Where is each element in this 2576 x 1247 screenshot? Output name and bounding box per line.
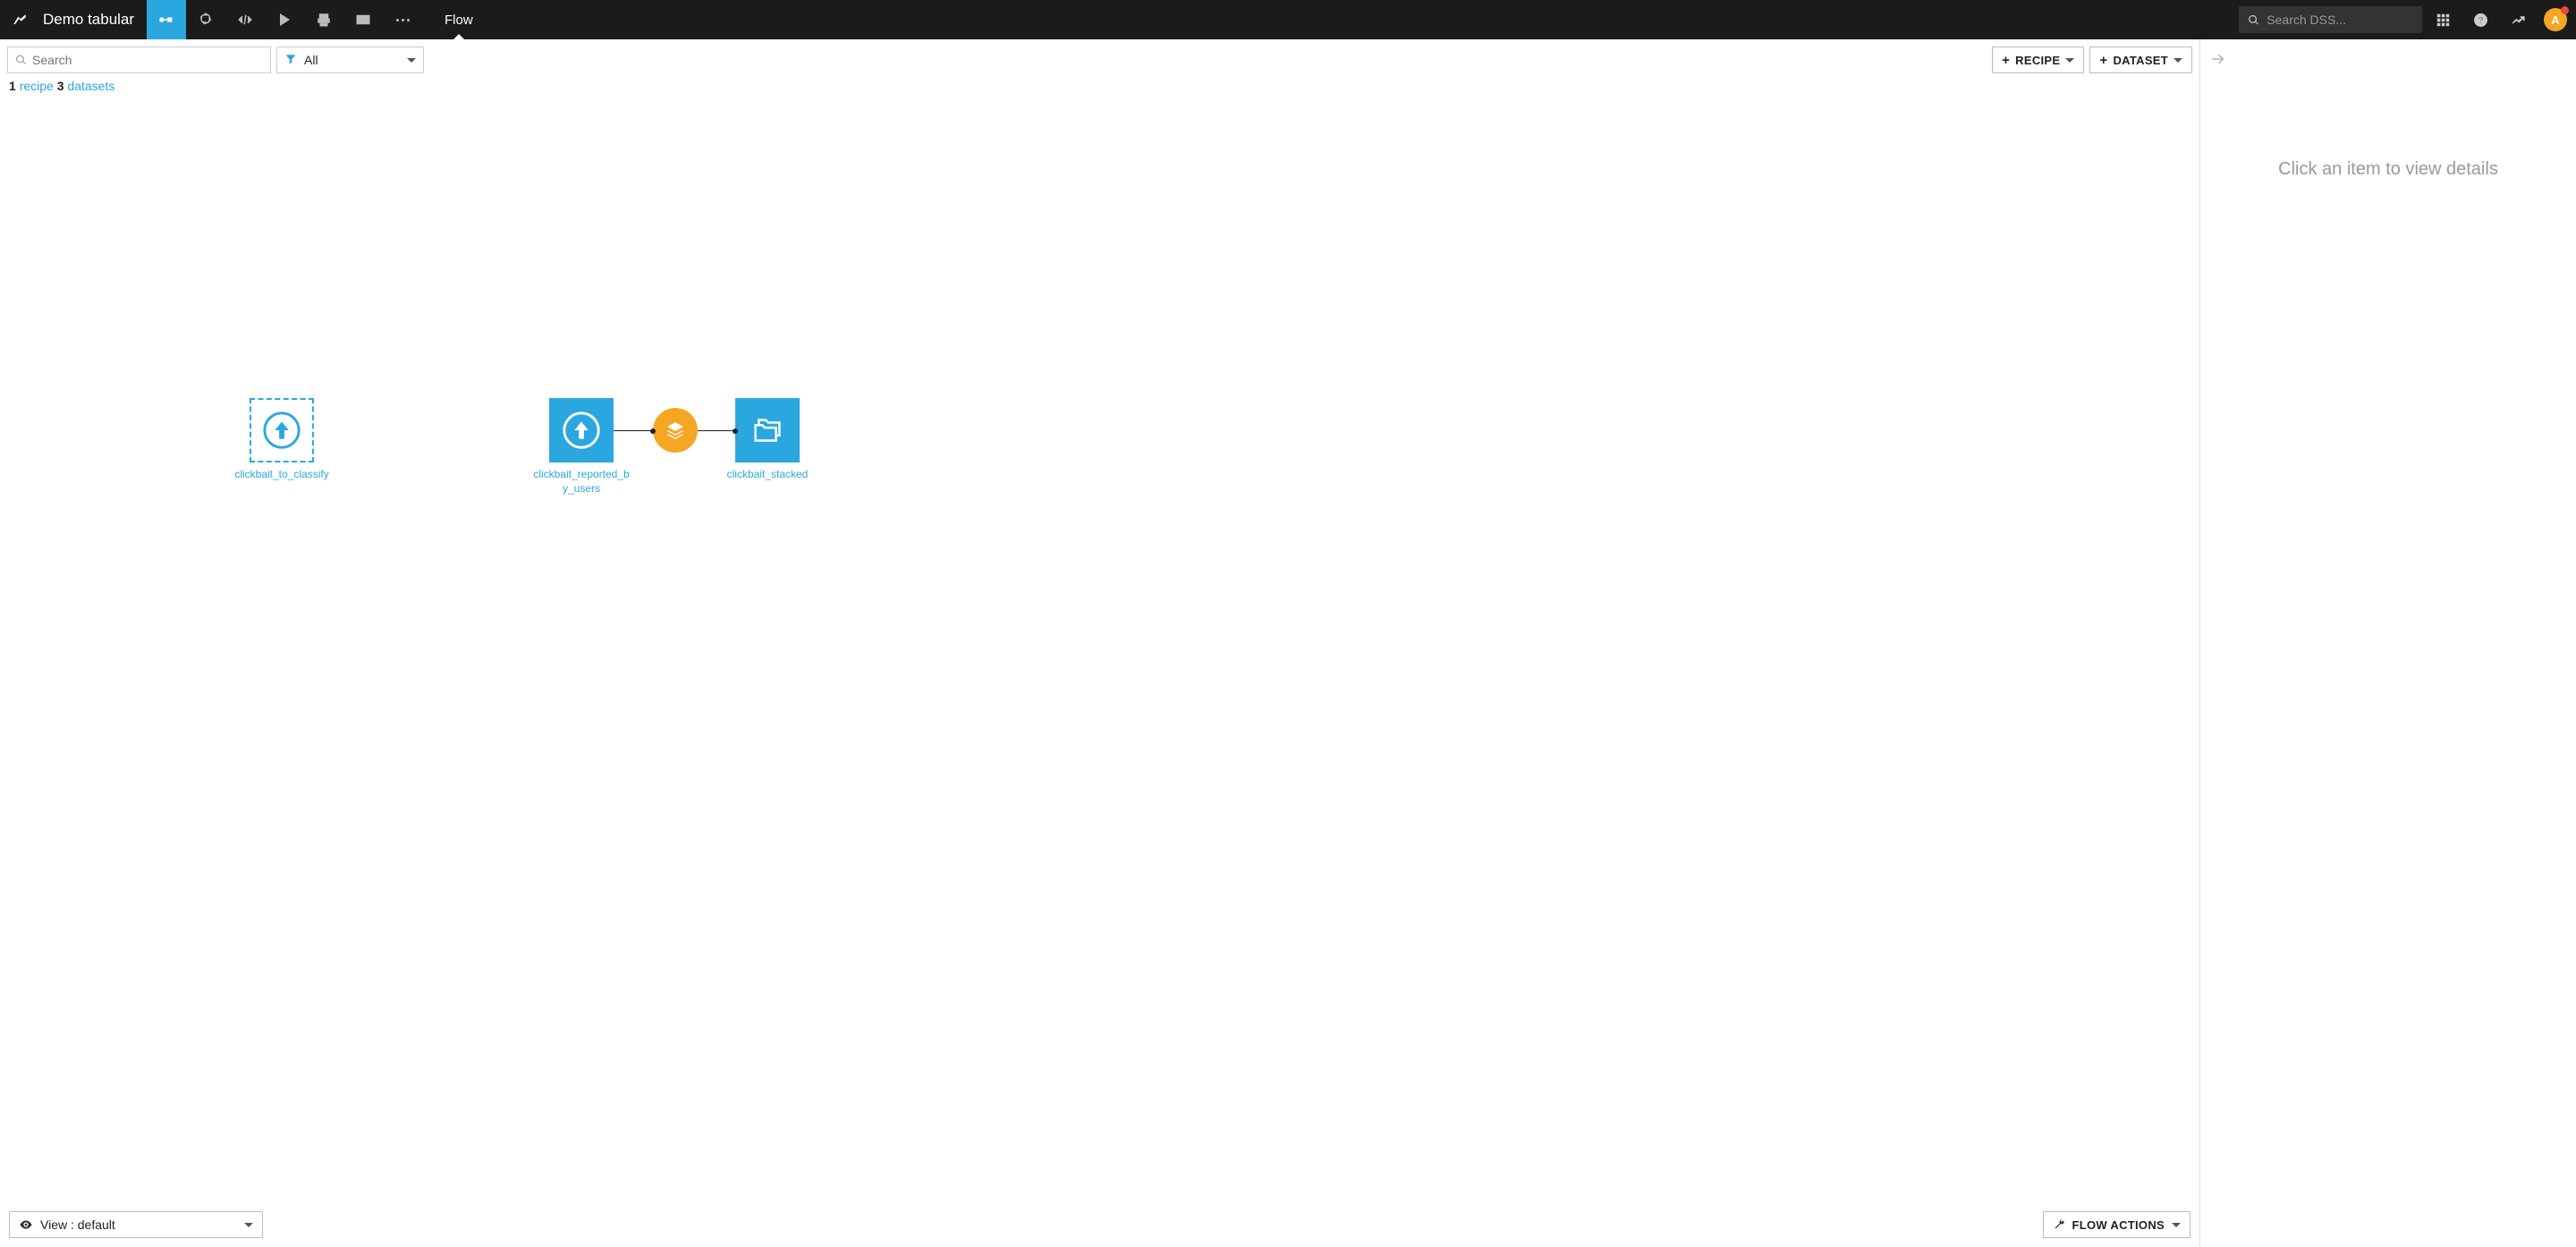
caret-down-icon — [407, 58, 416, 63]
search-icon — [15, 54, 27, 66]
topbar-left: Demo tabular — [0, 0, 422, 39]
flow-icon — [158, 12, 174, 28]
dataset-icon-box — [735, 398, 800, 462]
user-avatar[interactable]: A — [2544, 8, 2567, 31]
flow-pane: All + RECIPE + DATASET 1 recipe 3 datase… — [0, 39, 2200, 1247]
node-label: clickbait_stacked — [718, 468, 817, 482]
node-label: clickbait_to_classify — [233, 468, 331, 482]
brand-logo[interactable] — [0, 0, 39, 39]
flow-summary: 1 recipe 3 datasets — [0, 77, 2199, 98]
flow-search[interactable] — [7, 47, 271, 73]
help-button[interactable]: ? — [2463, 0, 2497, 39]
global-search-input[interactable] — [2267, 13, 2413, 27]
caret-down-icon — [2174, 58, 2182, 63]
eye-icon — [19, 1217, 33, 1232]
nav-tab-code[interactable] — [225, 0, 265, 39]
flow-edge — [614, 430, 653, 431]
folders-icon — [747, 410, 788, 451]
stack-layers-icon — [665, 420, 686, 441]
plus-icon: + — [2099, 53, 2107, 68]
code-icon — [237, 12, 253, 28]
add-recipe-label: RECIPE — [2015, 54, 2060, 67]
flow-recipe-stack[interactable] — [653, 408, 698, 453]
add-recipe-button[interactable]: + RECIPE — [1992, 47, 2084, 73]
dataset-icon-box — [549, 398, 614, 462]
details-pane: Click an item to view details — [2200, 39, 2576, 1247]
flow-bottom-bar: View : default FLOW ACTIONS — [9, 1211, 2190, 1238]
upload-circle-icon — [561, 410, 602, 451]
flow-actions-button[interactable]: FLOW ACTIONS — [2043, 1211, 2191, 1238]
page-label: Flow — [445, 0, 473, 39]
nav-tabs — [147, 0, 422, 39]
add-dataset-button[interactable]: + DATASET — [2089, 47, 2192, 73]
recipe-link[interactable]: recipe — [20, 79, 54, 93]
flow-node-clickbait-to-classify[interactable]: clickbait_to_classify — [233, 398, 331, 482]
nav-tab-flow[interactable] — [147, 0, 186, 39]
node-label: clickbait_reported_by_users — [532, 468, 631, 496]
play-icon — [280, 13, 290, 26]
flow-search-input[interactable] — [32, 53, 263, 67]
flow-actions-label: FLOW ACTIONS — [2072, 1218, 2165, 1232]
nav-tab-more[interactable] — [383, 0, 422, 39]
funnel-icon — [284, 53, 297, 68]
dataset-icon-box — [250, 398, 314, 462]
flow-toolbar: All + RECIPE + DATASET — [0, 39, 2199, 77]
caret-down-icon — [2065, 58, 2074, 63]
flow-node-clickbait-stacked[interactable]: clickbait_stacked — [718, 398, 817, 482]
recipe-count: 1 — [9, 79, 16, 93]
panel-icon — [355, 12, 371, 28]
nav-tab-run[interactable] — [265, 0, 304, 39]
recycle-icon — [198, 12, 214, 28]
apps-icon — [2436, 13, 2451, 28]
details-collapse-button[interactable] — [2200, 39, 2576, 79]
add-dataset-label: DATASET — [2113, 54, 2168, 67]
project-title[interactable]: Demo tabular — [39, 11, 147, 29]
details-empty-message: Click an item to view details — [2200, 79, 2576, 1247]
dataset-count: 3 — [57, 79, 64, 93]
plus-icon: + — [2002, 53, 2010, 68]
caret-down-icon — [2172, 1223, 2181, 1227]
search-icon — [2248, 13, 2259, 27]
flow-canvas[interactable]: clickbait_to_classify clickbait_reported… — [0, 98, 2199, 1247]
flow-filter-dropdown[interactable]: All — [276, 47, 424, 73]
wrench-icon — [2053, 1218, 2065, 1231]
help-icon: ? — [2473, 13, 2488, 28]
global-search[interactable] — [2239, 6, 2422, 33]
arrow-right-icon — [2209, 50, 2227, 68]
caret-down-icon — [244, 1223, 253, 1227]
topbar-right: ? A — [2239, 0, 2576, 39]
nav-tab-panel[interactable] — [343, 0, 383, 39]
top-navbar: Demo tabular Flow — [0, 0, 2576, 39]
view-label: View : default — [40, 1217, 115, 1232]
trend-icon — [2511, 13, 2526, 28]
upload-circle-icon — [261, 410, 302, 451]
apps-button[interactable] — [2426, 0, 2460, 39]
svg-text:?: ? — [2478, 16, 2483, 26]
stack-icon — [316, 12, 332, 28]
nav-tab-print[interactable] — [304, 0, 343, 39]
dataset-link[interactable]: datasets — [67, 79, 114, 93]
activity-button[interactable] — [2501, 0, 2535, 39]
avatar-letter: A — [2551, 13, 2559, 27]
flow-edge — [698, 430, 735, 431]
main-row: All + RECIPE + DATASET 1 recipe 3 datase… — [0, 39, 2576, 1247]
view-selector[interactable]: View : default — [9, 1211, 263, 1238]
filter-label: All — [304, 53, 407, 67]
flow-node-clickbait-reported[interactable]: clickbait_reported_by_users — [532, 398, 631, 496]
nav-tab-cycle[interactable] — [186, 0, 225, 39]
notification-dot — [2561, 6, 2569, 14]
more-icon — [396, 19, 410, 21]
